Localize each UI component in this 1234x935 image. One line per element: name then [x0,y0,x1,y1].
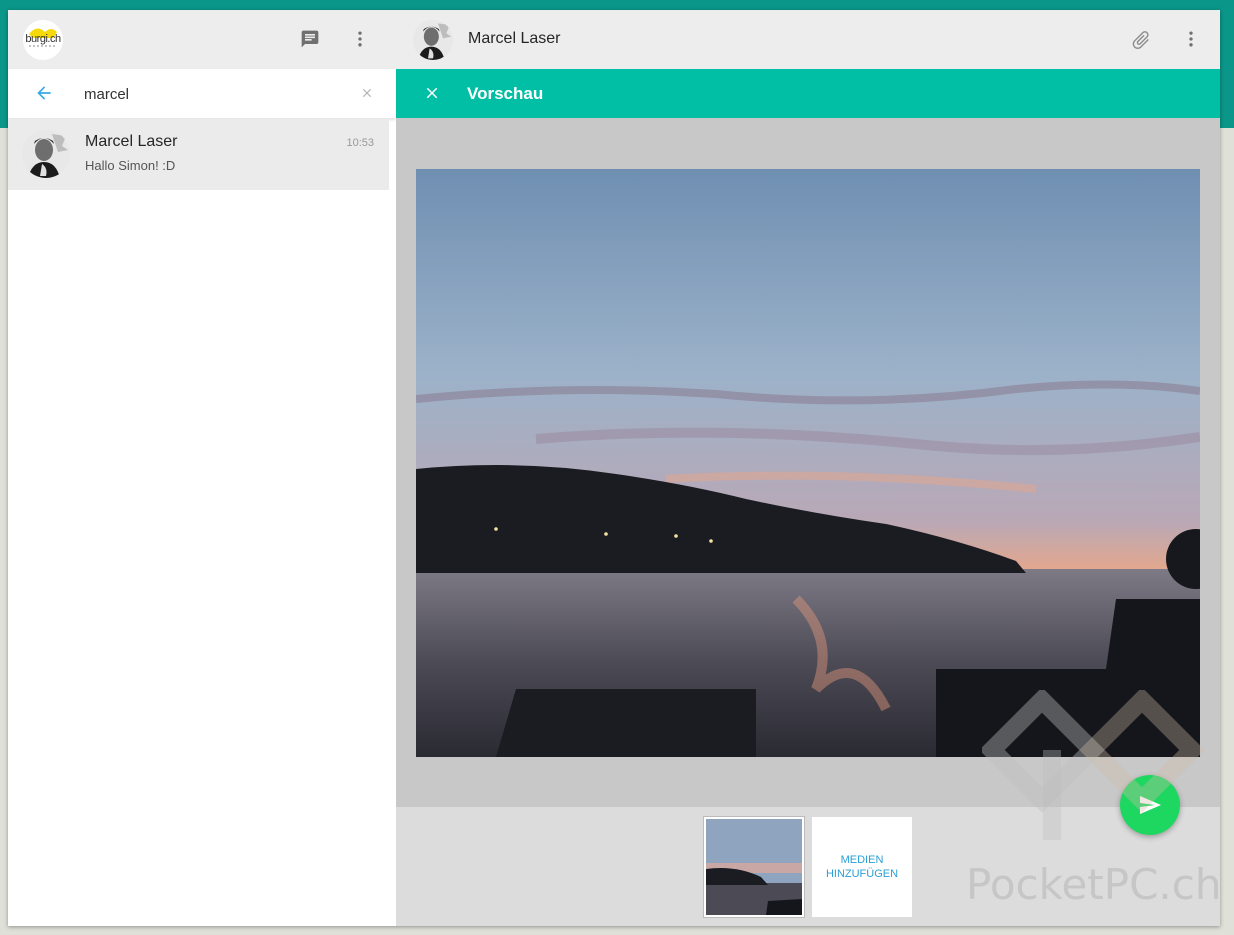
profile-avatar[interactable]: burgi.ch [23,20,63,60]
chat-item-time: 10:53 [346,137,374,149]
search-back-button[interactable] [30,79,58,107]
person-photo-icon [413,20,453,60]
new-chat-icon [301,30,319,48]
preview-image [416,169,1200,757]
watermark-logo-icon [982,690,1205,840]
sunset-thumbnail-icon [706,819,802,915]
chat-item-preview: Hallo Simon! :D [85,158,176,173]
close-preview-button[interactable] [418,79,446,107]
contact-header-avatar[interactable] [413,20,453,60]
search-clear-button[interactable] [353,79,381,107]
attach-button[interactable] [1127,26,1155,54]
close-icon [426,87,438,99]
add-media-label-line1: MEDIEN [840,854,884,866]
watermark-text: PocketPC.ch [966,860,1222,909]
preview-title: Vorschau [467,84,544,103]
arrow-back-icon [37,86,51,100]
more-vert-icon [358,31,362,47]
chat-list-item[interactable]: Marcel Laser Hallo Simon! :D 10:53 [8,119,389,190]
conversation-menu-button[interactable] [1177,25,1205,53]
add-media-button[interactable]: MEDIEN HINZUFÜGEN [812,817,912,917]
new-chat-button[interactable] [296,25,324,53]
sunset-photo-icon [416,169,1200,757]
preview-toolbar: Vorschau [396,69,1220,118]
media-thumbnail[interactable] [704,817,804,917]
close-icon [362,88,372,98]
logo-text: burgi.ch [25,33,61,45]
add-media-label-line2: HINZUFÜGEN [825,868,899,880]
search-input[interactable] [82,81,346,107]
search-bar [8,69,396,118]
conversation-header: Marcel Laser [396,10,1220,69]
chat-item-name: Marcel Laser [85,133,178,150]
contact-name[interactable]: Marcel Laser [468,30,560,48]
attach-icon [1132,31,1149,49]
more-vert-icon [1189,31,1193,47]
sidebar-menu-button[interactable] [346,25,374,53]
person-photo-icon [22,130,70,178]
contact-avatar [22,130,70,178]
sidebar: burgi.ch marcel Marcel Laser Hallo Simon… [8,10,397,926]
sidebar-header: burgi.ch [8,10,396,69]
